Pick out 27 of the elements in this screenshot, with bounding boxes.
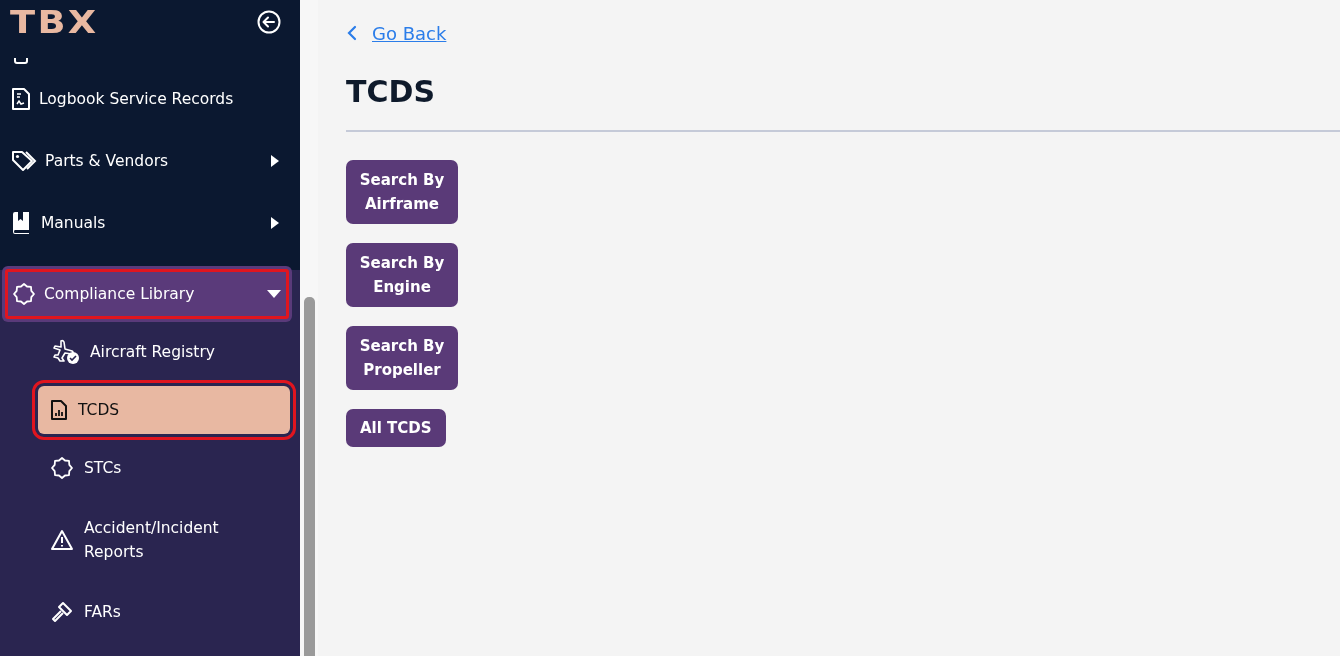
tag-icon	[11, 149, 37, 173]
collapse-icon[interactable]	[257, 10, 281, 34]
document-icon	[11, 87, 31, 111]
scrollbar-thumb[interactable]	[304, 297, 315, 656]
search-button[interactable]: Search By Propeller	[346, 326, 458, 390]
submenu-item[interactable]: FARs	[50, 582, 290, 642]
nav-item[interactable]: Parts & Vendors	[0, 130, 300, 192]
gavel-icon	[50, 600, 74, 624]
chart-file-icon	[50, 399, 68, 421]
search-button[interactable]: All TCDS	[346, 409, 446, 447]
chevron-left-icon[interactable]	[346, 25, 358, 41]
airplane-check-icon	[50, 339, 80, 365]
cut-off-icon	[14, 58, 28, 64]
warning-icon	[50, 529, 74, 551]
search-button[interactable]: Search By Engine	[346, 243, 458, 307]
badge-icon	[50, 456, 74, 480]
submenu-item[interactable]: Aircraft Registry	[50, 322, 290, 382]
go-back-link[interactable]: Go Back	[372, 22, 447, 44]
badge-icon	[12, 282, 36, 306]
logo[interactable]: TBX	[10, 4, 99, 40]
nav-item[interactable]: Manuals	[0, 192, 300, 254]
submenu-item[interactable]: Accident/Incident Reports	[50, 498, 290, 582]
nav-item[interactable]: Compliance Library	[2, 266, 292, 322]
search-button[interactable]: Search By Airframe	[346, 160, 458, 224]
submenu-item[interactable]: STCs	[50, 438, 290, 498]
nav-item[interactable]: Logbook Service Records	[0, 68, 300, 130]
page-title: TCDS	[346, 73, 436, 111]
